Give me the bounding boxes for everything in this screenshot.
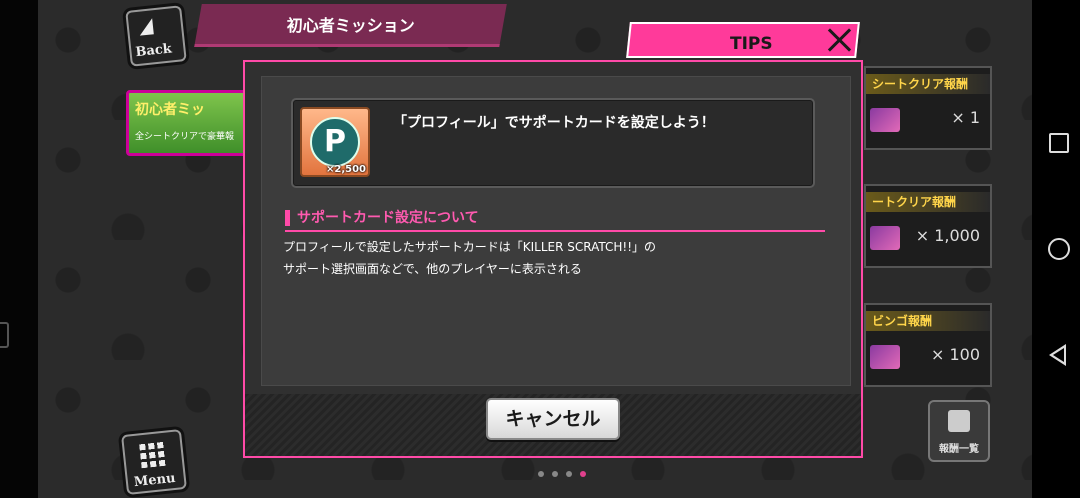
left-screen-edge [0, 0, 38, 498]
mission-description: 「プロフィール」でサポートカードを設定しよう！ [393, 115, 715, 131]
reward-card-header: ビンゴ報酬 [866, 311, 990, 331]
dialog-content-panel: P ×2,500 「プロフィール」でサポートカードを設定しよう！ サポートカード… [261, 76, 851, 386]
screen-title-bar: 初心者ミッション [194, 4, 507, 47]
back-arrow-icon [138, 18, 154, 36]
reward-list-label: 報酬一覧 [939, 444, 979, 455]
reward-card-2: ートクリア報酬 × 1,000 [864, 184, 992, 268]
close-icon[interactable] [826, 26, 854, 54]
page-dot [566, 471, 572, 477]
page-dot [538, 471, 544, 477]
section-marker [285, 210, 290, 226]
reward-list-button[interactable]: 報酬一覧 [928, 400, 990, 462]
page-dot [552, 471, 558, 477]
menu-button[interactable]: Menu [121, 429, 187, 495]
circle-icon[interactable] [1048, 238, 1070, 260]
page-dot-active [580, 471, 586, 477]
reward-card-1: シートクリア報酬 × 1 [864, 66, 992, 150]
beginner-mission-banner[interactable]: 初心者ミッ 全シートクリアで豪華報 [126, 90, 256, 156]
screen-title: 初心者ミッション [286, 16, 415, 35]
menu-grid-icon [138, 439, 168, 469]
box-icon [948, 410, 970, 432]
banner-subtitle: 全シートクリアで豪華報 [135, 132, 235, 142]
back-label: Back [134, 41, 173, 61]
description-line-1: プロフィールで設定したサポートカードは「KILLER SCRATCH!!」の [283, 240, 657, 254]
gem-icon [870, 226, 900, 250]
triangle-back-icon-inner [1053, 348, 1064, 362]
section-header: サポートカード設定について [285, 206, 825, 232]
page-indicator [538, 462, 594, 481]
reward-card-3: ビンゴ報酬 × 100 [864, 303, 992, 387]
mission-row: P ×2,500 「プロフィール」でサポートカードを設定しよう！ [291, 98, 815, 188]
gem-icon [870, 345, 900, 369]
reward-item-count: ×2,500 [325, 164, 366, 175]
back-button[interactable]: Back [125, 5, 187, 67]
square-icon[interactable] [1049, 133, 1069, 153]
tips-label: TIPS [730, 34, 773, 54]
reward-quantity: × 1,000 [915, 226, 980, 245]
system-navigation-bar [1032, 0, 1080, 498]
reward-card-header: シートクリア報酬 [866, 74, 990, 94]
banner-title: 初心者ミッ [135, 102, 205, 118]
reward-quantity: × 1 [951, 108, 980, 127]
section-title: サポートカード設定について [297, 210, 479, 226]
description-line-2: サポート選択画面などで、他のプレイヤーに表示される [283, 262, 582, 276]
reward-quantity: × 100 [930, 345, 980, 364]
tips-dialog: P ×2,500 「プロフィール」でサポートカードを設定しよう！ サポートカード… [243, 60, 863, 458]
cancel-button[interactable]: キャンセル [486, 398, 620, 440]
p-coin-icon: P [310, 117, 360, 167]
menu-label: Menu [133, 470, 177, 491]
reward-card-header: ートクリア報酬 [866, 192, 990, 212]
edge-handle [0, 322, 9, 348]
reward-item-icon: P ×2,500 [300, 107, 370, 177]
ticket-icon [870, 108, 900, 132]
